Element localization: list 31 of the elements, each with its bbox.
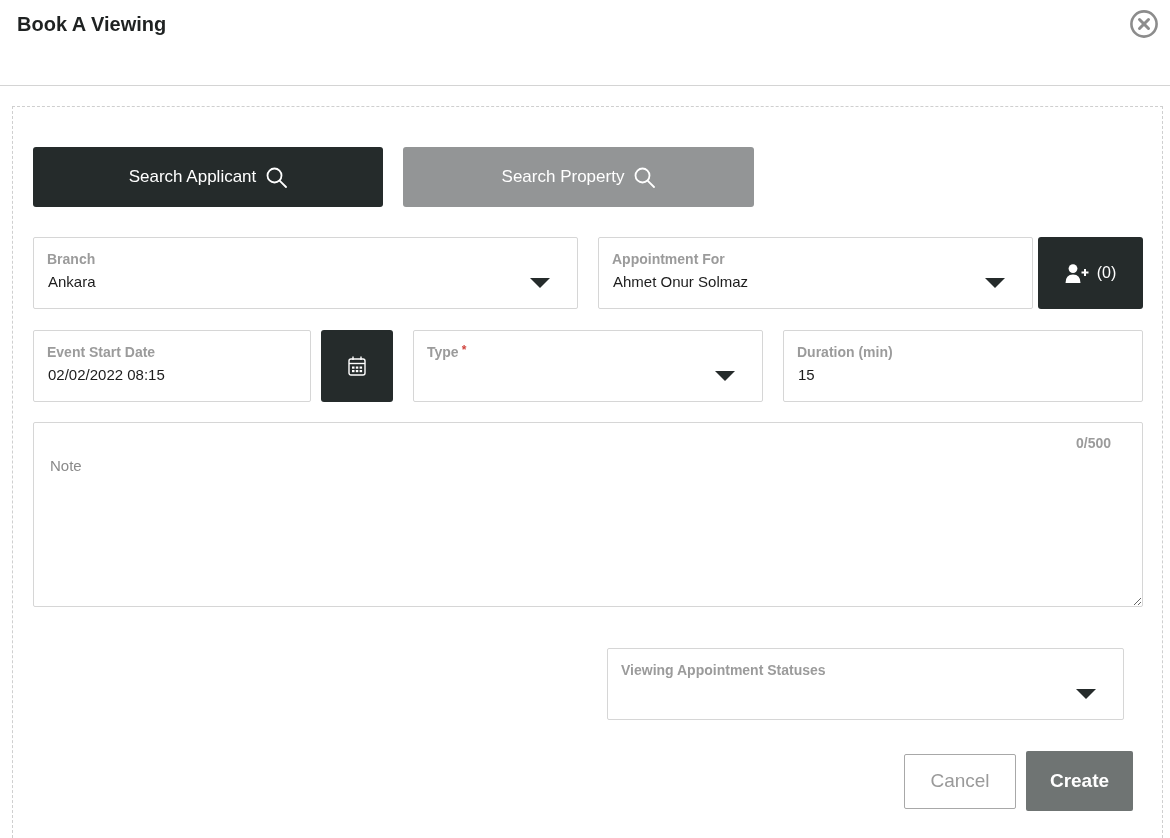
close-icon[interactable]	[1130, 10, 1158, 38]
search-button[interactable]: Search Applicant	[33, 147, 383, 207]
dropdown-caret-icon	[715, 371, 735, 381]
field-value: Ankara	[47, 272, 97, 292]
field-label: Type	[427, 343, 459, 361]
person-add-icon	[1064, 263, 1089, 283]
create-button[interactable]: Create	[1026, 751, 1133, 811]
add-person-button[interactable]: (0)	[1038, 237, 1143, 309]
search-icon	[634, 166, 656, 188]
field-value: Ahmet Onur Solmaz	[612, 272, 750, 292]
dropdown-caret-icon	[530, 278, 550, 288]
duration-field[interactable]: Duration (min) 15	[783, 330, 1143, 402]
dropdown-caret-icon	[1076, 689, 1096, 699]
field-label: Branch	[47, 250, 96, 268]
search-icon	[266, 166, 288, 188]
field-value: 15	[797, 365, 816, 385]
type-select[interactable]: Type *	[413, 330, 763, 402]
character-counter: 0/500	[1075, 435, 1111, 451]
calendar-icon	[348, 356, 366, 376]
field-value: 02/02/2022 08:15	[47, 365, 166, 385]
field-label: Appointment For	[612, 250, 725, 268]
appointment-for-select[interactable]: Appointment For Ahmet Onur Solmaz	[598, 237, 1033, 309]
date-field[interactable]: Event Start Date 02/02/2022 08:15	[33, 330, 311, 402]
field-label: Viewing Appointment Statuses	[621, 661, 826, 679]
dialog-title: Book A Viewing	[17, 12, 167, 36]
field-label: Duration (min)	[797, 343, 893, 361]
dropdown-caret-icon	[985, 278, 1005, 288]
required-mark: *	[461, 343, 467, 357]
calendar-button[interactable]	[321, 330, 393, 402]
field-label: Event Start Date	[47, 343, 156, 361]
branch-select[interactable]: Branch Ankara	[33, 237, 578, 309]
